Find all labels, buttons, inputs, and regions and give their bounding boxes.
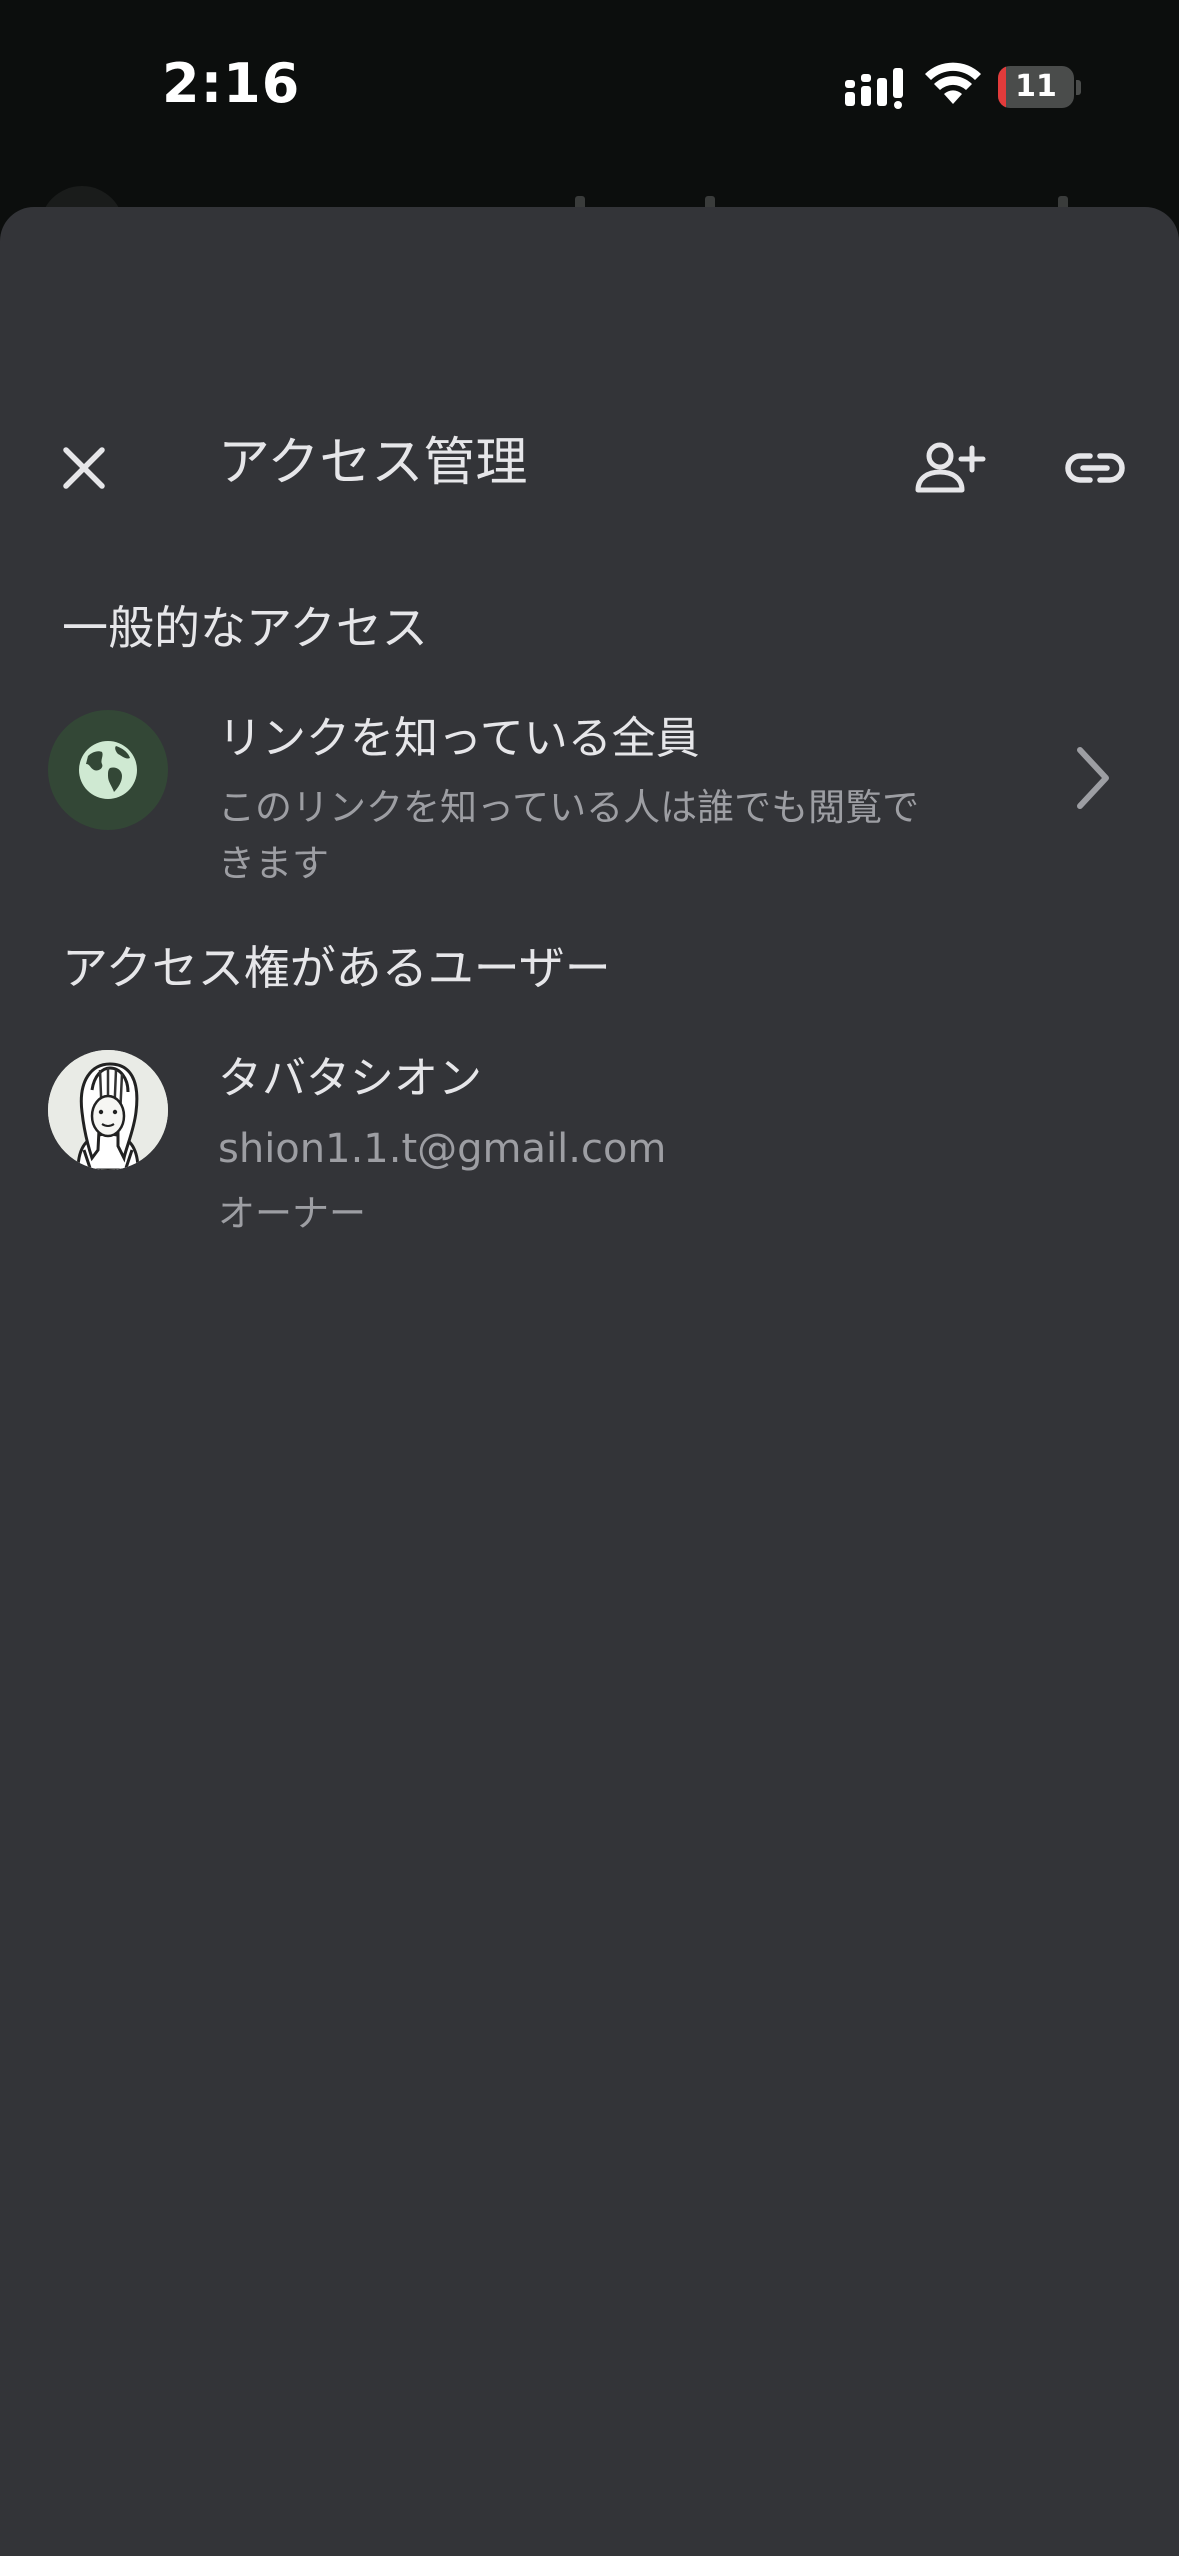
person-add-icon bbox=[915, 442, 986, 493]
page-title: アクセス管理 bbox=[218, 433, 528, 493]
users-with-access-heading: アクセス権があるユーザー bbox=[62, 941, 611, 995]
general-access-description: このリンクを知っている人は誰でも閲覧できます bbox=[218, 786, 920, 885]
access-management-sheet bbox=[0, 207, 1179, 2556]
user-avatar-illustration bbox=[48, 1050, 168, 1170]
wifi-icon bbox=[925, 62, 981, 104]
add-person-button[interactable] bbox=[902, 420, 998, 516]
screen: 2:16 11 アクセス管理 一般的なアクセス リンクを知っている全員 このリン… bbox=[0, 0, 1179, 2556]
copy-link-button[interactable] bbox=[1047, 420, 1143, 516]
battery-icon: 11 bbox=[998, 66, 1074, 108]
link-icon bbox=[1065, 453, 1125, 483]
globe-avatar bbox=[48, 710, 168, 830]
status-time: 2:16 bbox=[162, 52, 301, 115]
user-email: shion1.1.t@gmail.com bbox=[218, 1126, 667, 1172]
chevron-right-icon bbox=[1077, 747, 1109, 809]
status-bar: 2:16 11 bbox=[0, 0, 1179, 170]
user-row[interactable]: タバタシオン shion1.1.t@gmail.com オーナー bbox=[0, 1040, 1179, 1240]
close-icon bbox=[63, 447, 105, 489]
globe-icon bbox=[79, 741, 137, 799]
user-name: タバタシオン bbox=[218, 1053, 482, 1104]
general-access-heading: 一般的なアクセス bbox=[62, 601, 428, 655]
general-access-row[interactable]: リンクを知っている全員 このリンクを知っている人は誰でも閲覧できます bbox=[0, 700, 1179, 900]
user-role: オーナー bbox=[218, 1192, 366, 1235]
user-avatar bbox=[48, 1050, 168, 1170]
battery-cap bbox=[1076, 80, 1081, 95]
general-access-title: リンクを知っている全員 bbox=[218, 713, 700, 764]
close-button[interactable] bbox=[36, 420, 132, 516]
battery-level-text: 11 bbox=[1015, 69, 1057, 104]
cellular-signal-icon bbox=[845, 68, 903, 109]
